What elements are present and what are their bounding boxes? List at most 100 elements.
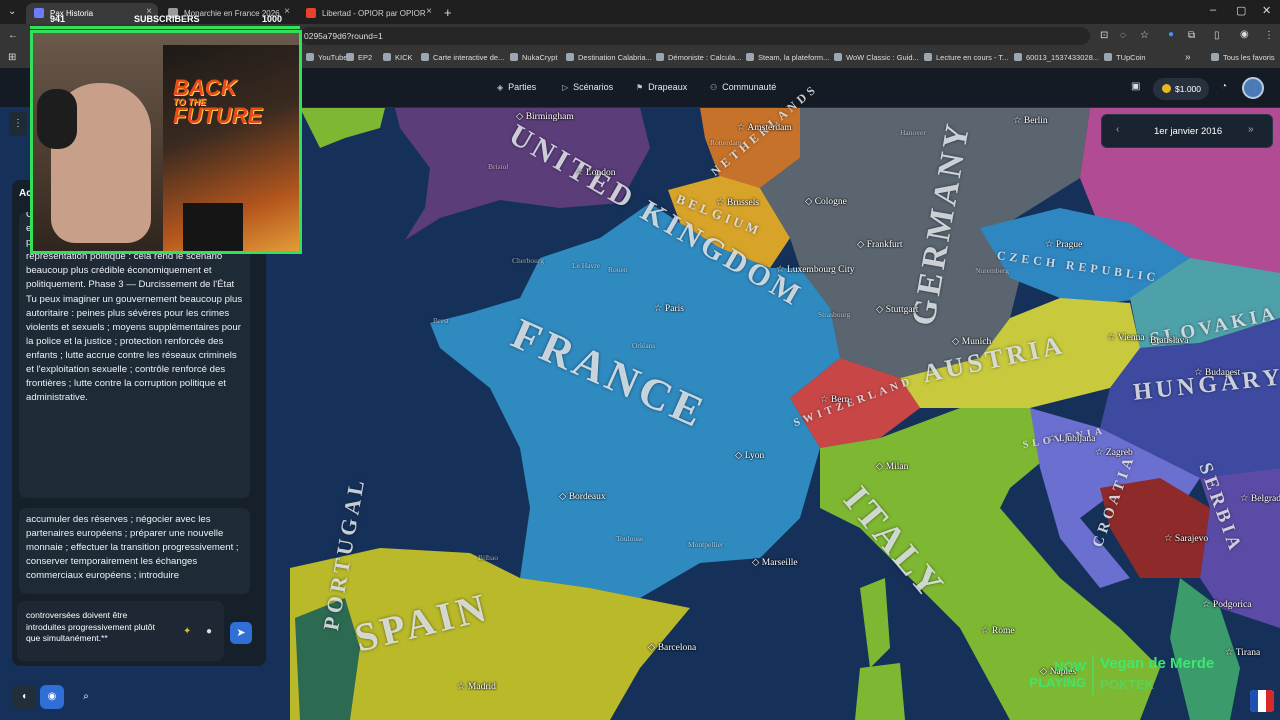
tab-libertad[interactable]: Libertad - OPIOR par OPIOR ×	[298, 3, 438, 24]
minor-city[interactable]: Bristol	[488, 162, 508, 171]
minor-city[interactable]: Brest	[433, 316, 449, 325]
nav-communaute[interactable]: ⚇ Communauté	[710, 82, 776, 92]
fast-forward-icon[interactable]: »	[1248, 124, 1254, 135]
minor-city[interactable]: Nuremberg	[975, 266, 1009, 275]
poster-line: FUTURE	[173, 103, 263, 128]
nav-scenarios[interactable]: ▷ Scénarios	[562, 82, 613, 92]
screen: ⌄ Pax Historia × Monarchie en France 202…	[0, 0, 1280, 720]
star-icon[interactable]: ☆	[1140, 30, 1149, 41]
minor-city[interactable]: Bilbao	[478, 553, 498, 562]
chat-bubble-icon[interactable]: ◖	[12, 685, 36, 709]
sidebar-toggle-button[interactable]: ⋮	[9, 112, 27, 136]
city-name: Madrid	[467, 682, 496, 692]
search-icon[interactable]: ⌕	[74, 685, 98, 709]
bookmark[interactable]: Steam, la plateform...	[746, 53, 829, 62]
maximize-icon[interactable]: ▢	[1236, 4, 1246, 17]
city-bern[interactable]: ☆ Bern	[820, 394, 849, 405]
bookmark[interactable]: 60013_1537433028...	[1014, 53, 1099, 62]
bookmark[interactable]: Destination Calabria...	[566, 53, 652, 62]
back-icon[interactable]: ←	[8, 30, 18, 41]
city-paris[interactable]: ☆ Paris	[654, 303, 684, 314]
city-brussels[interactable]: ☆ Brussels	[716, 197, 759, 208]
close-window-icon[interactable]: ✕	[1262, 4, 1271, 17]
city-zagreb[interactable]: ☆ Zagreb	[1095, 447, 1133, 458]
chevron-left-icon[interactable]: ‹	[1116, 124, 1119, 135]
user-avatar[interactable]	[1242, 77, 1264, 99]
nav-drapeaux[interactable]: ⚑ Drapeaux	[636, 82, 687, 92]
sidepanel-icon[interactable]: ▯	[1214, 30, 1220, 41]
puzzle-icon[interactable]: ⧉	[1188, 30, 1195, 41]
shop-icon[interactable]: ▣	[1131, 81, 1140, 92]
close-tab-icon[interactable]: ×	[426, 6, 432, 17]
minor-city[interactable]: Hanover	[900, 128, 926, 137]
city-munich[interactable]: ◇ Munich	[952, 336, 991, 347]
nav-label: Scénarios	[573, 82, 614, 92]
minor-city[interactable]: Montpellier	[688, 540, 723, 549]
sparkle-icon[interactable]: ✦	[183, 626, 191, 638]
minor-city[interactable]: Toulouse	[616, 534, 643, 543]
bookmark[interactable]: WoW Classic : Guid...	[834, 53, 919, 62]
install-icon[interactable]: ⊡	[1100, 30, 1108, 41]
advisor-icon[interactable]: ◉	[40, 685, 64, 709]
city-sarajevo[interactable]: ☆ Sarajevo	[1164, 533, 1208, 544]
eye-off-icon[interactable]: ◌	[1120, 30, 1126, 41]
extension-icon[interactable]: ●	[1168, 29, 1174, 40]
bookmark-all[interactable]: Tous les favoris	[1211, 53, 1275, 62]
bookmark[interactable]: KICK	[383, 53, 413, 62]
city-budapest[interactable]: ☆ Budapest	[1194, 367, 1240, 378]
city-bratislava[interactable]: Bratislava	[1150, 336, 1189, 346]
tab-menu-icon[interactable]: ⌄	[8, 6, 16, 17]
profile-icon[interactable]: ◉	[1240, 29, 1249, 40]
microphone-icon[interactable]: ●	[206, 626, 212, 638]
city-milan[interactable]: ◇ Milan	[876, 461, 908, 472]
minor-city[interactable]: Rotterdam	[710, 138, 742, 147]
city-birmingham[interactable]: ◇ Birmingham	[516, 111, 574, 122]
url-field[interactable]: 0295a79d6?round=1	[300, 27, 1090, 45]
menu-dots-icon[interactable]: ⋮	[1264, 30, 1274, 41]
bookmark[interactable]: YouTube	[306, 53, 347, 62]
minor-city[interactable]: Strasbourg	[818, 310, 850, 319]
city-barcelona[interactable]: ◇ Barcelona	[648, 642, 696, 653]
chat-input[interactable]: controversées doivent être introduites p…	[17, 601, 224, 661]
city-ljubljana[interactable]: ☆ Ljubljana	[1048, 433, 1095, 444]
new-tab-icon[interactable]: +	[444, 5, 452, 20]
nav-label: Parties	[508, 82, 537, 92]
bookmark[interactable]: Démoniste : Calcula...	[656, 53, 741, 62]
city-lyon[interactable]: ◇ Lyon	[735, 450, 764, 461]
message-text: accumuler des réserves ; négocier avec l…	[26, 514, 239, 582]
city-name: Rome	[991, 626, 1015, 636]
city-marseille[interactable]: ◇ Marseille	[752, 557, 798, 568]
city-bordeaux[interactable]: ◇ Bordeaux	[559, 491, 606, 502]
minor-city[interactable]: Cherbourg	[512, 256, 544, 265]
city-belgrade[interactable]: ☆ Belgrade	[1240, 493, 1280, 504]
city-luxembourg[interactable]: ☆ Luxembourg City	[776, 264, 855, 275]
city-rome[interactable]: ☆ Rome	[981, 625, 1015, 636]
city-vienna[interactable]: ☆ Vienna	[1107, 332, 1145, 343]
city-berlin[interactable]: ☆ Berlin	[1013, 115, 1048, 126]
bookmark[interactable]: TUpCoin	[1104, 53, 1146, 62]
city-stuttgart[interactable]: ◇ Stuttgart	[876, 304, 918, 315]
city-amsterdam[interactable]: ☆ Amsterdam	[737, 122, 792, 133]
minor-city[interactable]: Le Havre	[572, 261, 600, 270]
bookmark[interactable]: EP2	[346, 53, 372, 62]
money-balance[interactable]: $1.000	[1153, 78, 1209, 100]
city-madrid[interactable]: ☆ Madrid	[457, 681, 496, 692]
bell-icon[interactable]: ◔	[1221, 81, 1227, 92]
bookmark[interactable]: Lecture en cours - T...	[924, 53, 1008, 62]
city-podgorica[interactable]: ☆ Podgorica	[1202, 599, 1251, 610]
send-button[interactable]: ➤	[230, 622, 252, 644]
city-frankfurt[interactable]: ◇ Frankfurt	[857, 239, 903, 250]
bookmark[interactable]: NukaCrypt	[510, 53, 557, 62]
city-prague[interactable]: ☆ Prague	[1045, 239, 1082, 250]
city-london[interactable]: ☆ London	[575, 167, 615, 178]
city-cologne[interactable]: ◇ Cologne	[805, 196, 847, 207]
minor-city[interactable]: Rouen	[608, 265, 628, 274]
france-flag-icon[interactable]	[1250, 690, 1274, 712]
apps-icon[interactable]: ⊞	[8, 52, 16, 63]
minor-city[interactable]: Orléans	[632, 341, 655, 350]
more-bookmarks-icon[interactable]: »	[1185, 52, 1191, 63]
url-text: 0295a79d6?round=1	[304, 31, 383, 41]
bookmark[interactable]: Carte interactive de...	[421, 53, 504, 62]
nav-parties[interactable]: ◈ Parties	[497, 82, 536, 92]
minimize-icon[interactable]: –	[1210, 4, 1216, 16]
